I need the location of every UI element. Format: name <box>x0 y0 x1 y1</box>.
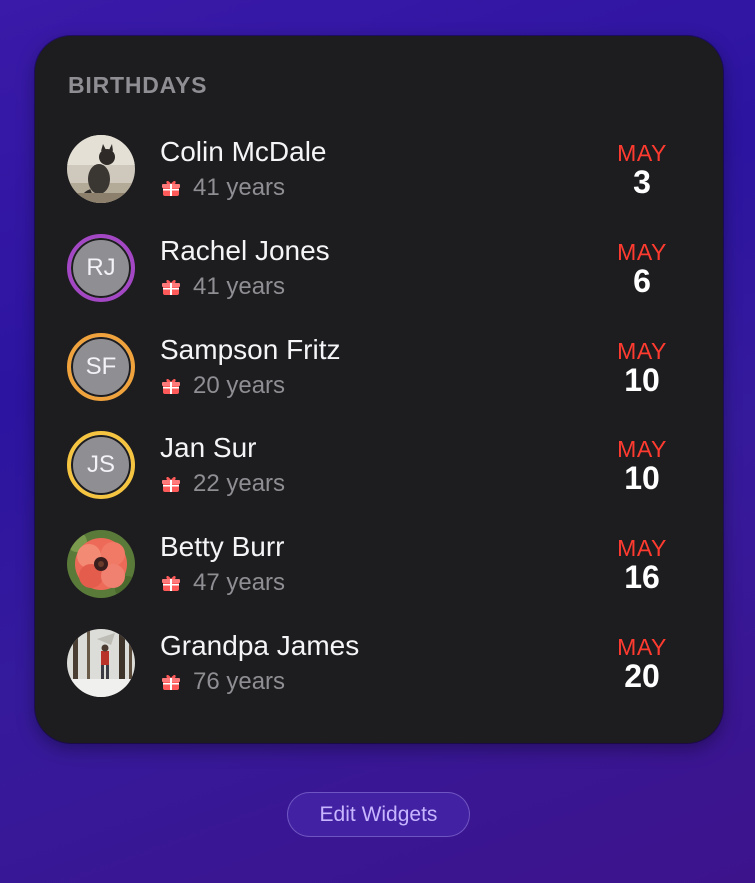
day-label: 16 <box>624 559 660 595</box>
birthdays-widget[interactable]: BIRTHDAYS Colin McDale 41 years MAY 3 RJ… <box>35 36 723 743</box>
birthday-date: MAY 10 <box>607 338 677 396</box>
gift-icon <box>162 377 180 395</box>
gift-icon <box>162 673 180 691</box>
person-name: Jan Sur <box>160 432 257 463</box>
widget-title: BIRTHDAYS <box>68 72 208 98</box>
gift-icon <box>162 278 180 296</box>
age-label: 41 years <box>193 174 286 201</box>
age-label: 41 years <box>193 273 286 300</box>
day-label: 10 <box>624 362 660 398</box>
avatar-initials: RJ <box>86 254 116 281</box>
month-label: MAY <box>617 535 667 561</box>
birthday-date: MAY 16 <box>607 535 677 593</box>
birthday-row-sampson-fritz[interactable]: SF Sampson Fritz 20 years MAY 10 <box>35 333 723 405</box>
day-label: 20 <box>624 658 660 694</box>
age-label: 22 years <box>193 470 286 497</box>
month-label: MAY <box>617 634 667 660</box>
month-label: MAY <box>617 239 667 265</box>
birthday-row-grandpa-james[interactable]: Grandpa James 76 years MAY 20 <box>35 629 723 701</box>
avatar: JS <box>67 431 135 499</box>
month-label: MAY <box>617 140 667 166</box>
day-label: 10 <box>624 460 660 496</box>
avatar: SF <box>67 333 135 401</box>
age-label: 20 years <box>193 372 286 399</box>
gift-icon <box>162 574 180 592</box>
month-label: MAY <box>617 436 667 462</box>
birthday-row-colin-mcdale[interactable]: Colin McDale 41 years MAY 3 <box>35 135 723 207</box>
birthday-row-jan-sur[interactable]: JS Jan Sur 22 years MAY 10 <box>35 431 723 503</box>
birthday-row-rachel-jones[interactable]: RJ Rachel Jones 41 years MAY 6 <box>35 234 723 306</box>
avatar <box>67 629 135 697</box>
birthday-date: MAY 3 <box>607 140 677 198</box>
avatar: RJ <box>67 234 135 302</box>
avatar <box>67 530 135 598</box>
birthday-date: MAY 6 <box>607 239 677 297</box>
birthday-date: MAY 10 <box>607 436 677 494</box>
edit-widgets-button[interactable]: Edit Widgets <box>287 792 470 837</box>
month-label: MAY <box>617 338 667 364</box>
birthday-row-betty-burr[interactable]: Betty Burr 47 years MAY 16 <box>35 530 723 602</box>
age-label: 47 years <box>193 569 286 596</box>
avatar-initials: SF <box>85 353 117 380</box>
person-name: Rachel Jones <box>160 235 330 266</box>
avatar-initials: JS <box>86 451 115 478</box>
person-name: Colin McDale <box>160 136 327 167</box>
gift-icon <box>162 179 180 197</box>
age-label: 76 years <box>193 668 286 695</box>
day-label: 3 <box>633 164 651 200</box>
birthday-date: MAY 20 <box>607 634 677 692</box>
person-name: Betty Burr <box>160 531 285 562</box>
person-name: Grandpa James <box>160 630 360 661</box>
avatar <box>67 135 135 203</box>
gift-icon <box>162 475 180 493</box>
day-label: 6 <box>633 263 651 299</box>
person-name: Sampson Fritz <box>160 334 341 365</box>
